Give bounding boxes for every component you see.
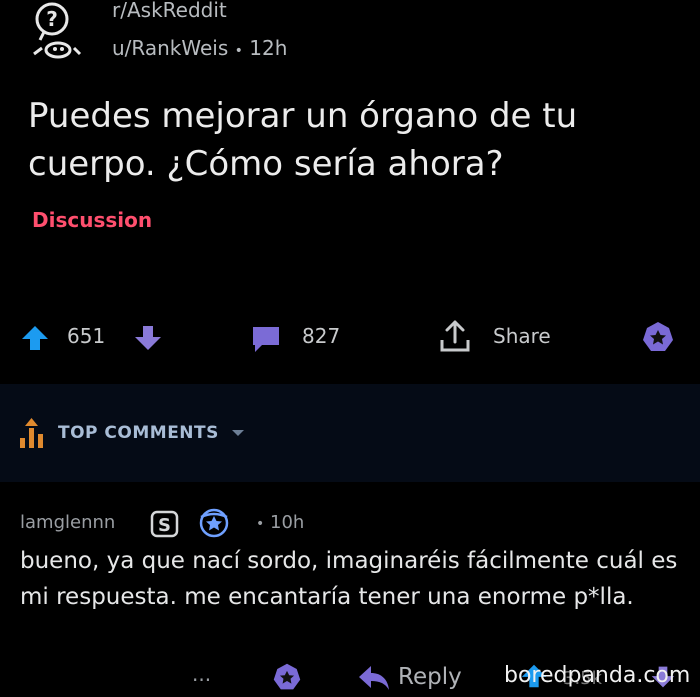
post-flair[interactable]: Discussion — [32, 208, 152, 232]
subreddit-name[interactable]: r/AskReddit — [112, 0, 227, 22]
sort-dropdown[interactable]: TOP COMMENTS — [58, 423, 245, 443]
post-title[interactable]: Puedes mejorar un órgano de tu cuerpo. ¿… — [28, 92, 688, 188]
more-options-button[interactable]: ... — [192, 662, 211, 686]
comment-meta: • 10h — [256, 512, 304, 533]
subreddit-avatar-icon[interactable]: ? — [22, 2, 84, 64]
sort-label: TOP COMMENTS — [58, 423, 219, 443]
comment-username[interactable]: lamglennn — [20, 512, 115, 533]
comments-icon[interactable] — [250, 324, 282, 354]
downvote-icon[interactable] — [133, 324, 163, 352]
post-age: 12h — [249, 36, 288, 60]
upvote-count: 651 — [67, 324, 106, 348]
user-badge-icon: S — [150, 509, 180, 543]
svg-text:?: ? — [46, 7, 58, 31]
award-icon[interactable] — [641, 320, 675, 354]
share-icon[interactable] — [437, 318, 473, 354]
meta-separator: • — [234, 43, 243, 59]
chevron-down-icon — [231, 423, 245, 443]
sort-top-icon — [18, 416, 48, 450]
reply-button[interactable]: Reply — [398, 664, 462, 690]
flair-award-icon — [196, 507, 232, 543]
comment-body: bueno, ya que nací sordo, imaginaréis fá… — [20, 548, 678, 610]
comment-actions: ... Reply 3.5k boredpanda.com — [0, 652, 700, 697]
boredpanda-watermark: boredpanda.com — [504, 663, 691, 688]
post-author[interactable]: u/RankWeis — [112, 36, 228, 60]
comment-separator: • — [256, 516, 265, 532]
post-action-bar: 651 827 Share — [0, 310, 700, 366]
reply-icon[interactable] — [357, 664, 391, 692]
comment-age: 10h — [270, 512, 305, 533]
comment-count[interactable]: 827 — [302, 324, 340, 348]
user-badge-letter: S — [158, 515, 171, 536]
upvote-icon[interactable] — [20, 324, 50, 352]
comment-award-icon[interactable] — [272, 662, 302, 692]
share-button[interactable]: Share — [493, 324, 551, 348]
post-meta: u/RankWeis • 12h — [112, 36, 287, 60]
